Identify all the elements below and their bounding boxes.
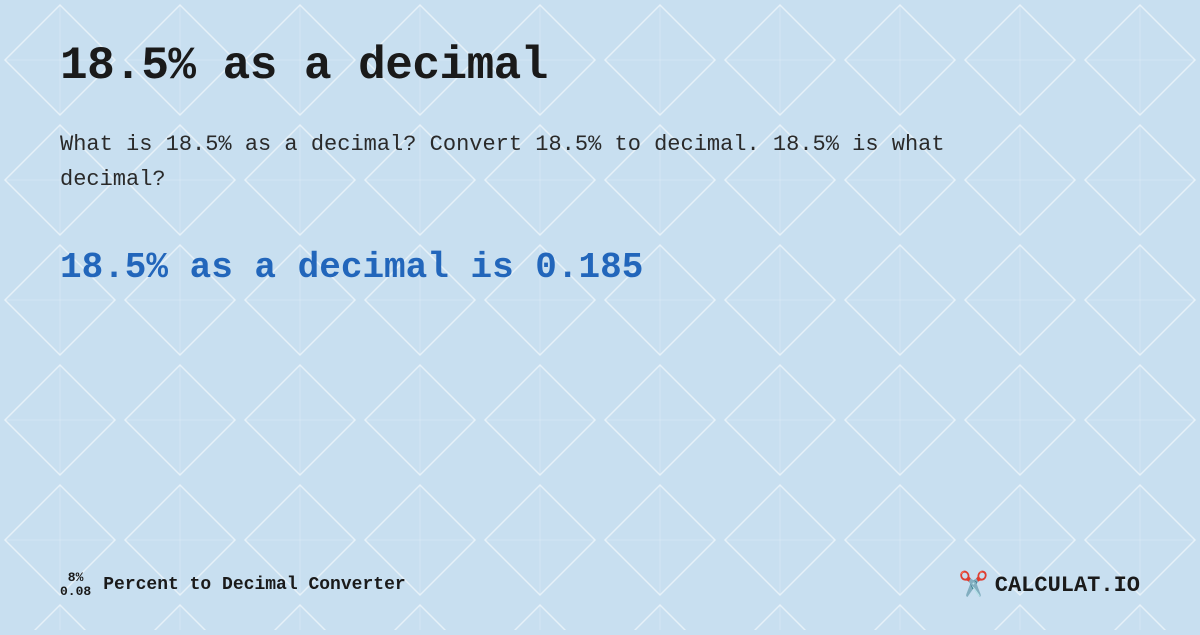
main-content: 18.5% as a decimal What is 18.5% as a de… — [0, 0, 1200, 630]
result-text: 18.5% as a decimal is 0.185 — [60, 247, 1140, 288]
footer-left: 8% 0.08 Percent to Decimal Converter — [60, 571, 406, 600]
footer: 8% 0.08 Percent to Decimal Converter ✂️ … — [60, 560, 1140, 600]
percent-icon: 8% 0.08 — [60, 571, 91, 600]
page-title: 18.5% as a decimal — [60, 40, 1140, 92]
logo-text: CALCULAT.IO — [995, 573, 1140, 598]
percent-bottom: 0.08 — [60, 585, 91, 599]
logo: ✂️ CALCULAT.IO — [959, 570, 1140, 600]
percent-top: 8% — [68, 571, 84, 585]
converter-label: Percent to Decimal Converter — [103, 575, 405, 595]
logo-icon: ✂️ — [959, 570, 989, 600]
description-text: What is 18.5% as a decimal? Convert 18.5… — [60, 127, 960, 197]
